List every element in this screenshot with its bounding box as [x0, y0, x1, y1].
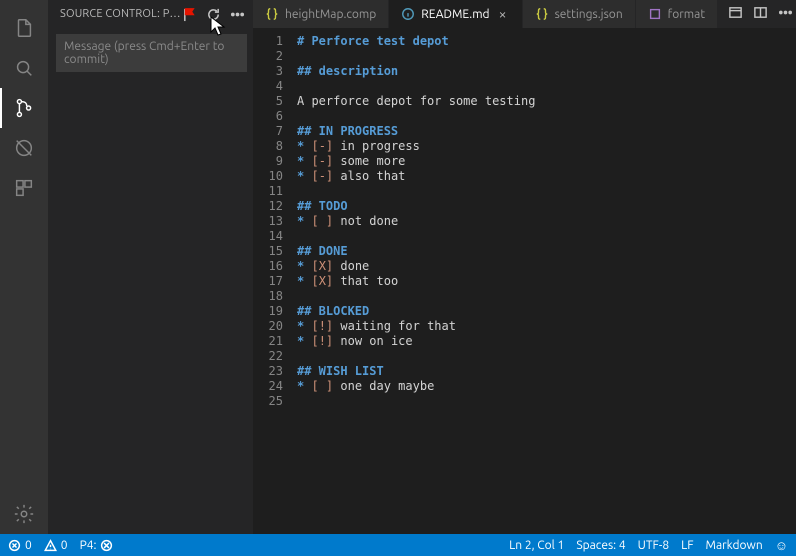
perforce-flag-icon[interactable] [181, 6, 197, 22]
settings-gear-icon[interactable] [0, 494, 48, 534]
status-spaces[interactable]: Spaces: 4 [576, 539, 625, 552]
tab-label: README.md [421, 8, 489, 21]
scm-title: SOURCE CONTROL: PE… [60, 8, 181, 20]
tab-action-split-icon[interactable] [753, 5, 768, 23]
status-lncol[interactable]: Ln 2, Col 1 [509, 539, 564, 552]
status-bar: 0 0 P4: Ln 2, Col 1 Spaces: 4 UTF-8 LF M… [0, 534, 796, 556]
status-encoding[interactable]: UTF-8 [638, 539, 669, 552]
editor-tabs: heightMap.comp README.md × settings.json for… [253, 0, 796, 28]
explorer-icon[interactable] [0, 8, 48, 48]
status-warnings-count: 0 [61, 539, 68, 552]
tab-settings-json[interactable]: settings.json [523, 0, 636, 28]
scm-icon[interactable] [0, 88, 48, 128]
more-actions-icon[interactable] [229, 6, 245, 22]
close-icon[interactable]: × [496, 6, 510, 22]
search-icon[interactable] [0, 48, 48, 88]
status-p4[interactable]: P4: [80, 539, 114, 552]
editor-area: heightMap.comp README.md × settings.json for… [253, 0, 796, 534]
status-eol[interactable]: LF [681, 539, 693, 552]
tab-label: heightMap.comp [285, 8, 376, 21]
tab-readme-md[interactable]: README.md × [389, 0, 522, 28]
box-icon [648, 7, 662, 21]
braces-icon [265, 7, 279, 21]
refresh-icon[interactable] [205, 6, 221, 22]
tab-format[interactable]: format [636, 0, 718, 28]
extensions-icon[interactable] [0, 168, 48, 208]
editor-body[interactable]: 1234567891011121314151617181920212223242… [253, 28, 796, 534]
info-icon [401, 7, 415, 21]
tab-action-more-icon[interactable] [778, 5, 793, 23]
tab-label: settings.json [555, 8, 623, 21]
tab-action-preview-icon[interactable] [728, 5, 743, 23]
line-number-gutter: 1234567891011121314151617181920212223242… [253, 28, 297, 534]
tab-heightmap-comp[interactable]: heightMap.comp [253, 0, 389, 28]
status-feedback-icon[interactable]: ☺ [775, 538, 788, 553]
scm-sidebar: SOURCE CONTROL: PE… Message (press Cmd+E… [48, 0, 253, 534]
status-language[interactable]: Markdown [706, 539, 763, 552]
status-errors-count: 0 [25, 539, 32, 552]
status-warnings[interactable]: 0 [44, 539, 68, 552]
braces-icon [535, 7, 549, 21]
activity-bar [0, 0, 48, 534]
code-content[interactable]: # Perforce test depot ## description A p… [297, 28, 796, 534]
status-p4-label: P4: [80, 539, 97, 552]
tab-label: format [668, 8, 705, 21]
debug-icon[interactable] [0, 128, 48, 168]
status-errors[interactable]: 0 [8, 539, 32, 552]
commit-message-input[interactable]: Message (press Cmd+Enter to commit) [56, 34, 247, 72]
